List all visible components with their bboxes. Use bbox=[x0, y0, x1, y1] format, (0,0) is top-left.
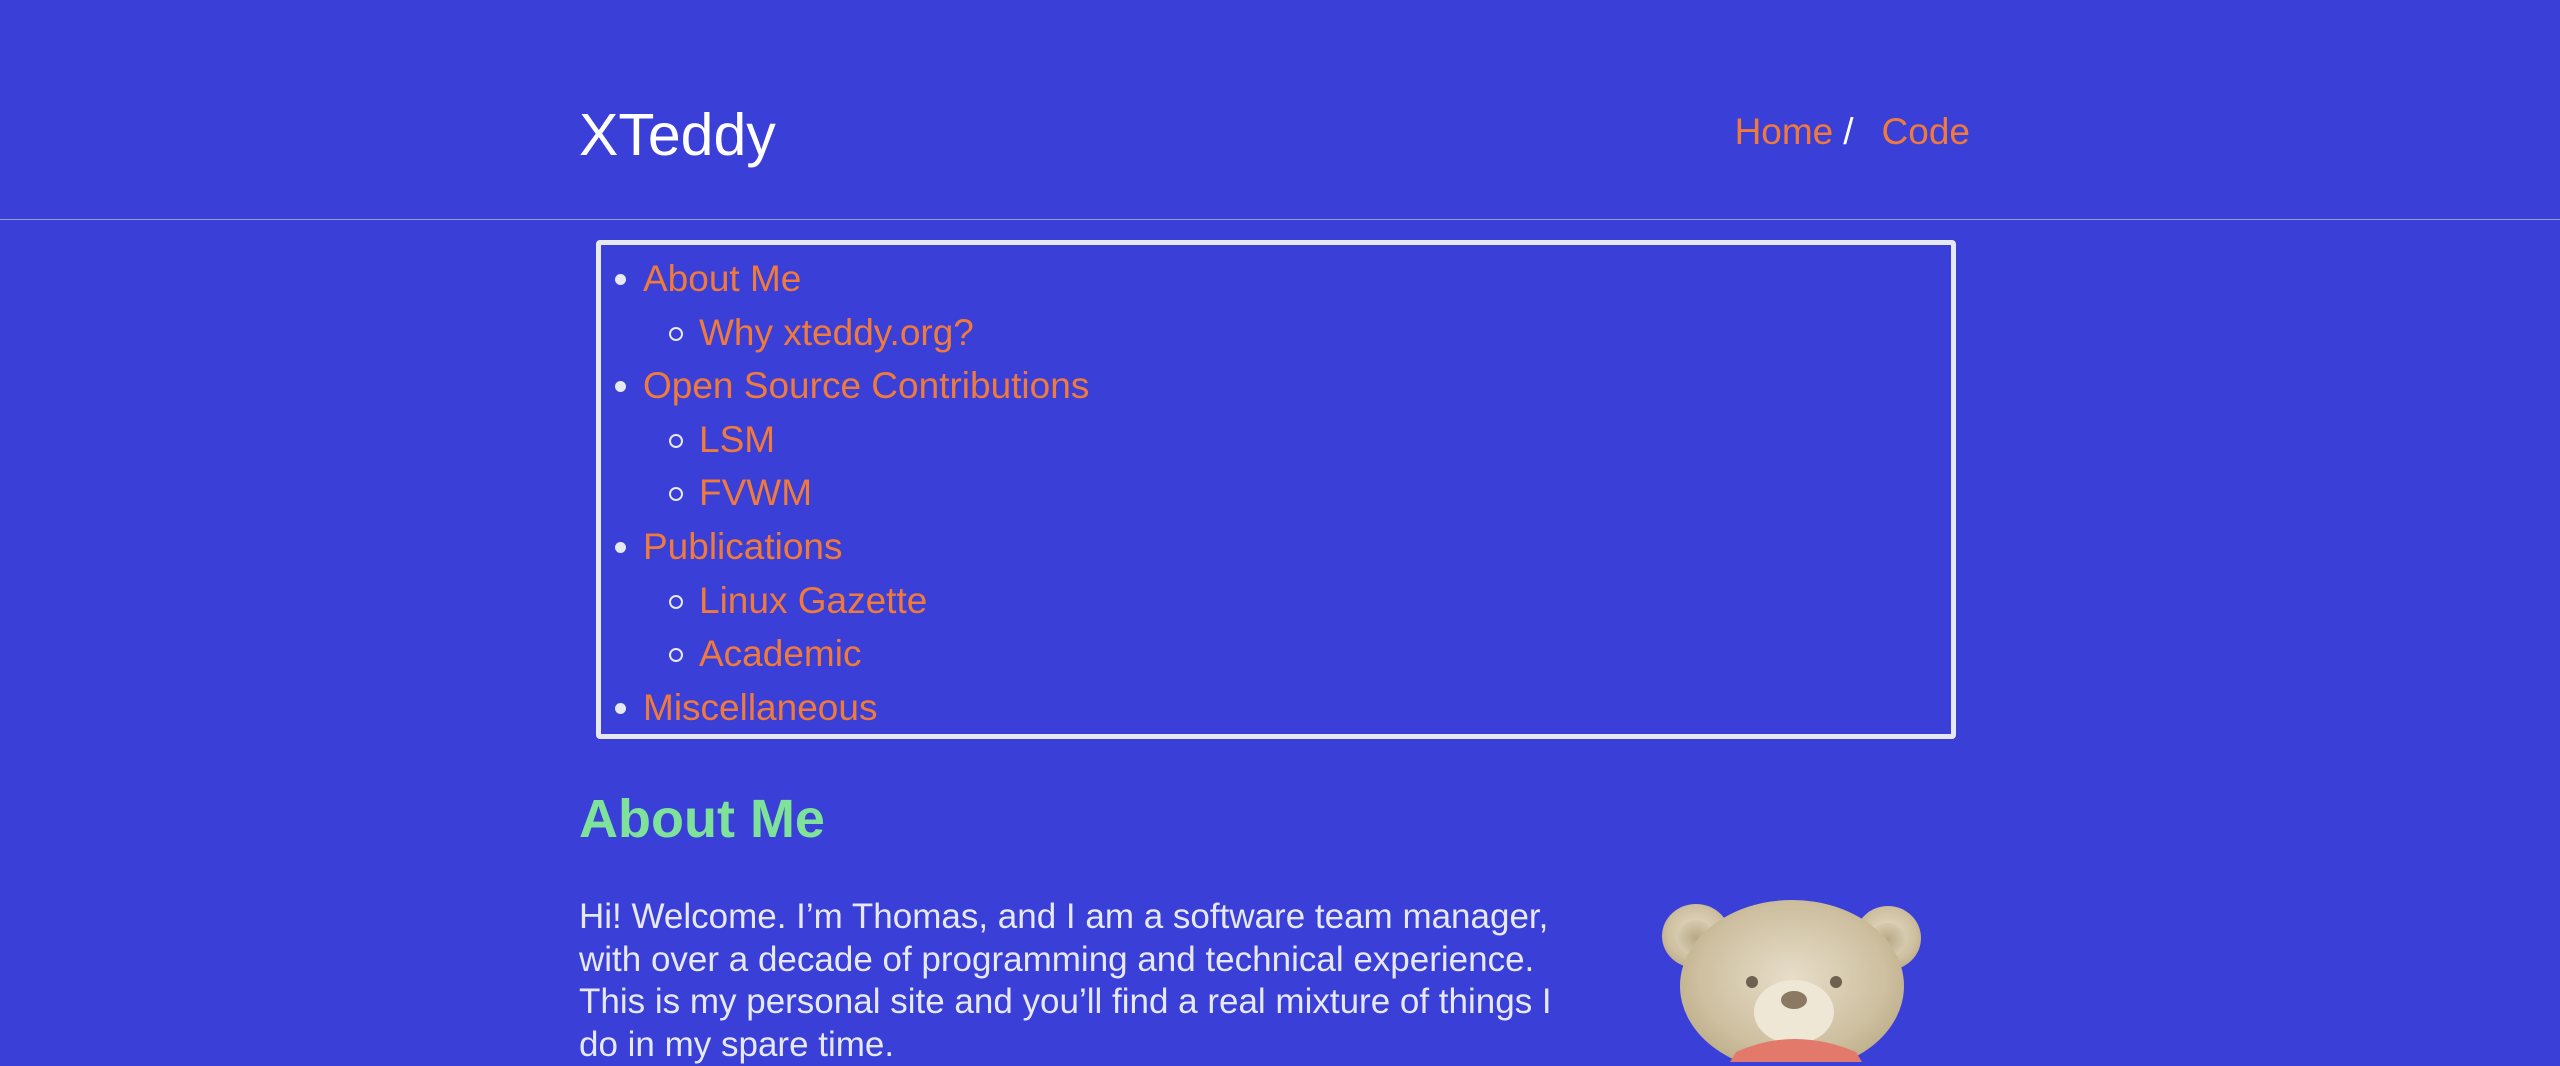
bullet-disc-icon bbox=[615, 702, 626, 714]
toc-link-linux-gazette[interactable]: Linux Gazette bbox=[699, 580, 927, 621]
nav-separator: / bbox=[1843, 111, 1854, 152]
toc-item-linux-gazette: Linux Gazette bbox=[601, 574, 1951, 628]
toc-link-academic[interactable]: Academic bbox=[699, 633, 861, 674]
bullet-disc-icon bbox=[615, 274, 626, 285]
toc-item-lsm: LSM bbox=[601, 413, 1951, 467]
bullet-circle-icon bbox=[669, 648, 683, 663]
top-nav: Home / Code bbox=[1735, 110, 1970, 154]
toc-list: About Me Why xteddy.org? Open Source Con… bbox=[601, 252, 1951, 734]
toc-link-about-me[interactable]: About Me bbox=[643, 258, 801, 299]
toc-item-miscellaneous: Miscellaneous bbox=[601, 681, 1951, 735]
intro-paragraph: Hi! Welcome. I’m Thomas, and I am a soft… bbox=[579, 897, 1552, 1064]
toc-item-academic: Academic bbox=[601, 627, 1951, 681]
toc-item-why-xteddy: Why xteddy.org? bbox=[601, 306, 1951, 360]
nav-code-link[interactable]: Code bbox=[1882, 111, 1970, 152]
site-header: XTeddy Home / Code bbox=[0, 0, 2560, 220]
toc-item-fvwm: FVWM bbox=[601, 466, 1951, 520]
toc-link-fvwm[interactable]: FVWM bbox=[699, 472, 812, 513]
toc-item-open-source: Open Source Contributions bbox=[601, 359, 1951, 413]
bullet-circle-icon bbox=[669, 487, 683, 502]
bullet-circle-icon bbox=[669, 433, 683, 448]
toc-link-publications[interactable]: Publications bbox=[643, 526, 843, 567]
teddy-bear-image bbox=[1662, 900, 1921, 1062]
bullet-circle-icon bbox=[669, 326, 683, 341]
about-me-heading: About Me bbox=[579, 789, 825, 849]
toc-link-lsm[interactable]: LSM bbox=[699, 419, 775, 460]
toc-link-miscellaneous[interactable]: Miscellaneous bbox=[643, 687, 877, 728]
bullet-disc-icon bbox=[615, 381, 626, 393]
bullet-circle-icon bbox=[669, 594, 683, 609]
toc-link-open-source[interactable]: Open Source Contributions bbox=[643, 365, 1089, 406]
site-title-link[interactable]: XTeddy bbox=[579, 102, 776, 168]
nav-home-link[interactable]: Home bbox=[1735, 111, 1834, 152]
toc-item-publications: Publications bbox=[601, 520, 1951, 574]
toc-item-about-me: About Me bbox=[601, 252, 1951, 306]
table-of-contents: About Me Why xteddy.org? Open Source Con… bbox=[596, 240, 1956, 739]
toc-link-why-xteddy[interactable]: Why xteddy.org? bbox=[699, 312, 974, 353]
bullet-disc-icon bbox=[615, 541, 626, 553]
